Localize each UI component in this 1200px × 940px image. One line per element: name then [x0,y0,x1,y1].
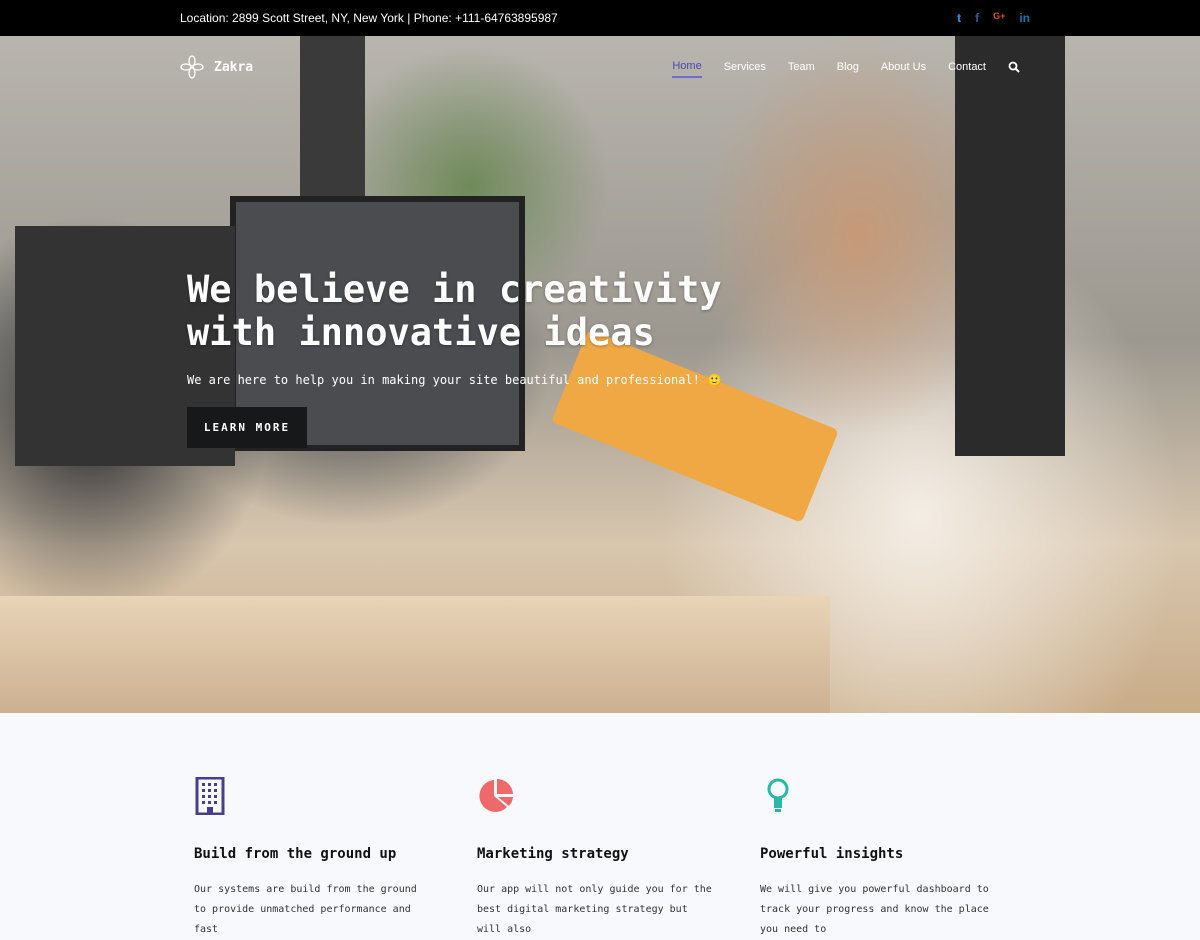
google-plus-icon[interactable]: G+ [993,11,1005,25]
feature-card: Build from the ground up Our systems are… [194,776,477,940]
social-links: t f G+ in [957,11,1030,25]
feature-text: Our app will not only guide you for the … [477,884,712,935]
nav-about-us[interactable]: About Us [881,57,926,77]
logo[interactable]: Zakra [180,55,253,79]
nav-blog[interactable]: Blog [837,57,859,77]
twitter-icon[interactable]: t [957,11,961,25]
feature-text: Our systems are build from the ground to… [194,884,417,935]
nav-contact[interactable]: Contact [948,57,986,77]
pie-chart-icon [479,779,513,812]
contact-info: Location: 2899 Scott Street, NY, New Yor… [180,11,558,25]
building-icon [195,776,225,816]
facebook-icon[interactable]: f [975,11,979,25]
hero-title: We believe in creativity with innovative… [187,268,722,354]
feature-card: Powerful insights We will give you power… [760,777,1043,940]
features-section: Build from the ground up Our systems are… [0,776,1200,940]
nav-menu: Home Services Team Blog About Us Contact [672,56,1020,78]
brand-name: Zakra [214,59,254,75]
nav-home[interactable]: Home [672,56,702,78]
main-nav: Zakra Home Services Team Blog About Us C… [0,36,1200,98]
feature-text: We will give you powerful dashboard to t… [760,884,989,935]
search-icon[interactable] [1008,61,1020,73]
logo-flower-icon [180,55,204,79]
hero-subtitle: We are here to help you in making your s… [187,373,723,387]
feature-title: Powerful insights [760,846,904,862]
nav-team[interactable]: Team [788,57,815,77]
lightbulb-icon [767,778,789,812]
feature-title: Marketing strategy [477,846,629,862]
feature-title: Build from the ground up [194,846,397,862]
top-bar: Location: 2899 Scott Street, NY, New Yor… [0,0,1200,36]
learn-more-button[interactable]: LEARN MORE [187,407,307,448]
linkedin-icon[interactable]: in [1019,11,1030,25]
feature-card: Marketing strategy Our app will not only… [477,777,760,940]
hero-section: Zakra Home Services Team Blog About Us C… [0,36,1200,713]
nav-services[interactable]: Services [724,57,766,77]
